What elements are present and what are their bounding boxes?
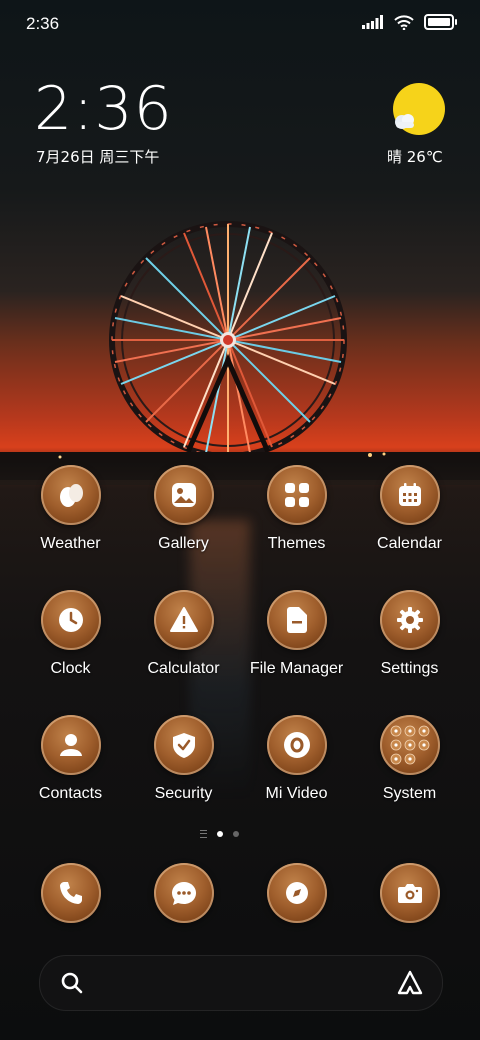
status-time: 2:36 bbox=[26, 14, 60, 33]
assistant-icon[interactable] bbox=[396, 969, 424, 997]
contacts-icon bbox=[40, 715, 101, 775]
app-label: Calendar bbox=[377, 535, 442, 552]
status-bar: 2:36 bbox=[0, 0, 480, 50]
app-mi-video[interactable]: Mi Video bbox=[240, 715, 353, 825]
search-icon[interactable] bbox=[60, 971, 84, 995]
page-list-icon[interactable] bbox=[200, 830, 207, 838]
messages-icon bbox=[153, 863, 214, 923]
clock-icon bbox=[40, 590, 101, 650]
dock-browser[interactable] bbox=[240, 863, 353, 925]
app-themes[interactable]: Themes bbox=[240, 465, 353, 575]
file-manager-icon bbox=[266, 590, 327, 650]
app-settings[interactable]: Settings bbox=[353, 590, 466, 700]
calculator-icon bbox=[153, 590, 214, 650]
app-label: Clock bbox=[50, 660, 91, 677]
app-label: System bbox=[382, 785, 437, 802]
clock-widget-time[interactable]: 2:36 bbox=[34, 74, 173, 144]
app-label: Contacts bbox=[38, 785, 103, 802]
app-system-folder[interactable]: System bbox=[353, 715, 466, 825]
app-label: Weather bbox=[40, 535, 101, 552]
app-label: Themes bbox=[267, 535, 326, 552]
page-dot[interactable] bbox=[233, 831, 239, 837]
app-contacts[interactable]: Contacts bbox=[14, 715, 127, 825]
app-label: Security bbox=[154, 785, 213, 802]
app-label: Calculator bbox=[147, 660, 220, 677]
phone-icon bbox=[40, 863, 101, 923]
app-calendar[interactable]: Calendar bbox=[353, 465, 466, 575]
mi-video-icon bbox=[266, 715, 327, 775]
weather-icon bbox=[40, 465, 101, 525]
gallery-icon bbox=[153, 465, 214, 525]
browser-icon bbox=[266, 863, 327, 923]
page-dot-active[interactable] bbox=[217, 831, 223, 837]
settings-icon bbox=[379, 590, 440, 650]
camera-icon bbox=[379, 863, 440, 923]
app-clock[interactable]: Clock bbox=[14, 590, 127, 700]
app-label: Settings bbox=[380, 660, 439, 677]
search-bar[interactable] bbox=[39, 955, 443, 1011]
app-file-manager[interactable]: File Manager bbox=[240, 590, 353, 700]
app-gallery[interactable]: Gallery bbox=[127, 465, 240, 575]
page-indicator[interactable] bbox=[200, 830, 239, 838]
wifi-icon bbox=[394, 14, 414, 30]
sunny-icon[interactable] bbox=[388, 80, 448, 140]
calendar-icon bbox=[379, 465, 440, 525]
app-calculator[interactable]: Calculator bbox=[127, 590, 240, 700]
app-weather[interactable]: Weather bbox=[14, 465, 127, 575]
app-label: Gallery bbox=[158, 535, 209, 552]
signal-icon bbox=[362, 15, 383, 29]
themes-icon bbox=[266, 465, 327, 525]
battery-icon bbox=[424, 14, 457, 30]
dock-messages[interactable] bbox=[127, 863, 240, 925]
dock-phone[interactable] bbox=[14, 863, 127, 925]
app-label: Mi Video bbox=[265, 785, 328, 802]
ferris-wheel-image bbox=[0, 221, 480, 460]
weather-widget-text[interactable]: 晴 26℃ bbox=[387, 146, 443, 167]
clock-widget-date[interactable]: 7月26日 周三下午 bbox=[36, 146, 159, 167]
app-label: File Manager bbox=[249, 660, 344, 677]
dock-camera[interactable] bbox=[353, 863, 466, 925]
system-folder-icon bbox=[379, 715, 440, 775]
security-icon bbox=[153, 715, 214, 775]
app-security[interactable]: Security bbox=[127, 715, 240, 825]
